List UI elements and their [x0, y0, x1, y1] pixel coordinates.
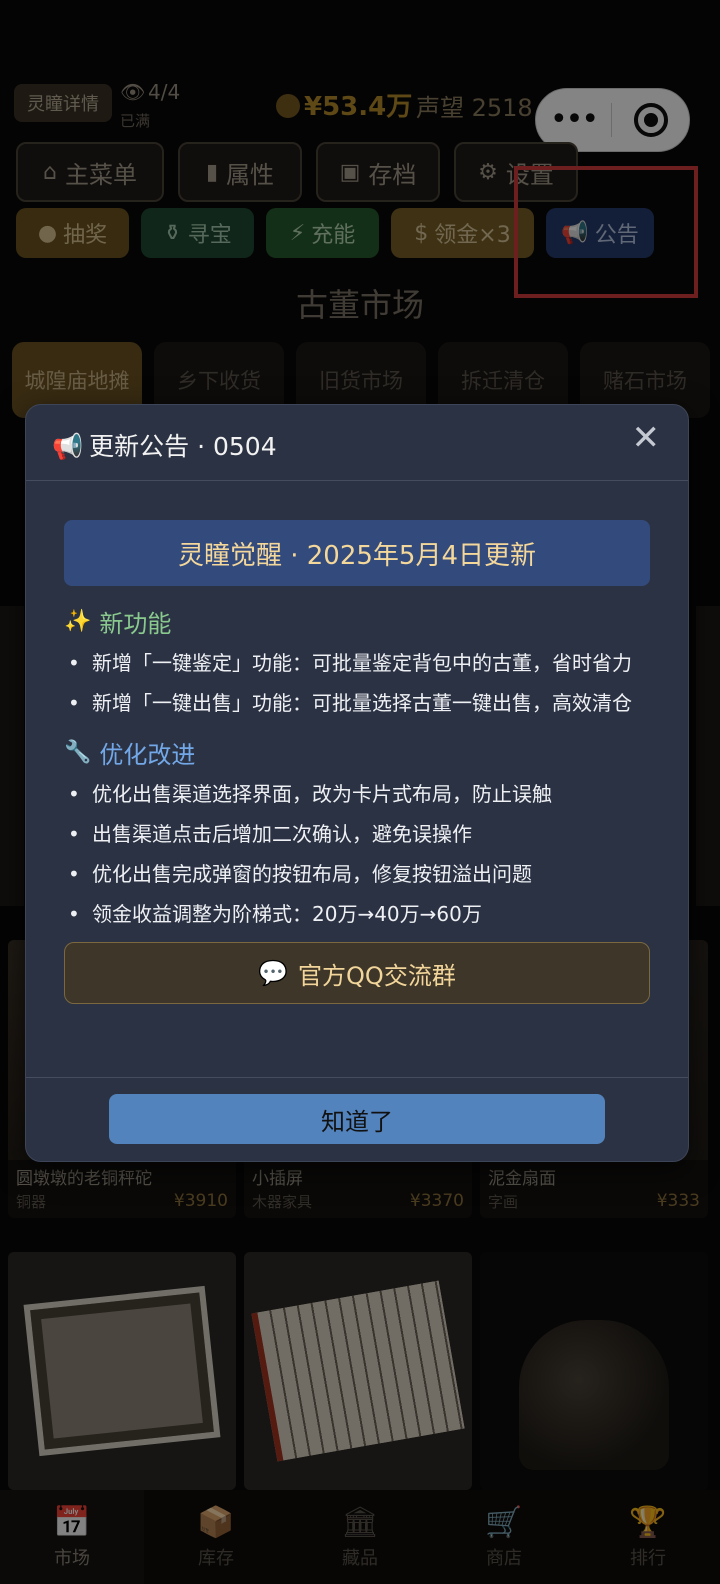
- list-item: 优化出售渠道选择界面，改为卡片式布局，防止误触: [64, 780, 650, 808]
- list-item: 新增「一键鉴定」功能：可批量鉴定背包中的古董，省时省力: [64, 649, 650, 677]
- qq-group-label: 官方QQ交流群: [298, 961, 456, 990]
- close-icon[interactable]: ✕: [632, 421, 661, 455]
- modal-body[interactable]: 灵瞳觉醒 · 2025年5月4日更新 ✨ 新功能 新增「一键鉴定」功能：可批量鉴定…: [26, 482, 688, 1057]
- list-item: 优化出售完成弹窗的按钮布局，修复按钮溢出问题: [64, 860, 650, 888]
- new-features-title: 新功能: [99, 610, 172, 638]
- megaphone-icon: 📢: [52, 432, 84, 461]
- qq-group-button[interactable]: 💬 官方QQ交流群: [64, 942, 650, 1004]
- wrench-icon: 🔧: [64, 740, 92, 765]
- modal-footer: 知道了: [26, 1077, 688, 1161]
- new-features-heading: ✨ 新功能: [64, 604, 650, 639]
- modal-header: 📢 更新公告 · 0504 ✕: [26, 405, 688, 481]
- list-item: 新增「一键出售」功能：可批量选择古董一键出售，高效清仓: [64, 689, 650, 717]
- announcement-modal: 📢更新公告 · 0504 ✕ 灵瞳觉醒 · 2025年5月4日更新 ✨ 新功能 新…: [25, 404, 689, 1162]
- modal-title-row: 📢 更新公告 · 0504: [52, 427, 277, 463]
- sparkles-icon: ✨: [64, 609, 92, 634]
- list-item: 领金收益调整为阶梯式：20万→40万→60万: [64, 900, 650, 928]
- modal-title: 更新公告 · 0504: [89, 432, 277, 461]
- list-item: 出售渠道点击后增加二次确认，避免误操作: [64, 820, 650, 848]
- optimize-list: 优化出售渠道选择界面，改为卡片式布局，防止误触 出售渠道点击后增加二次确认，避免…: [64, 780, 650, 928]
- chat-bubble-icon: 💬: [258, 959, 289, 987]
- new-features-list: 新增「一键鉴定」功能：可批量鉴定背包中的古董，省时省力 新增「一键出售」功能：可…: [64, 649, 650, 717]
- update-banner: 灵瞳觉醒 · 2025年5月4日更新: [64, 520, 650, 586]
- optimize-heading: 🔧 优化改进: [64, 735, 650, 770]
- got-it-button[interactable]: 知道了: [109, 1094, 605, 1144]
- optimize-title: 优化改进: [99, 741, 196, 769]
